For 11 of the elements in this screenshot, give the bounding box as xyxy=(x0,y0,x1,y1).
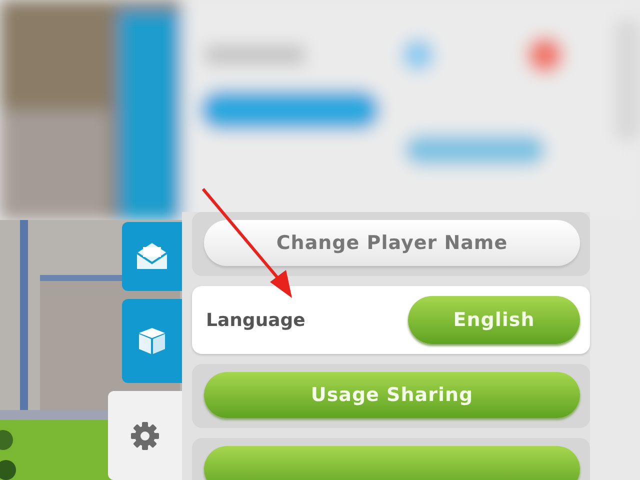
bush-drawing xyxy=(0,430,16,480)
settings-icon xyxy=(130,420,160,451)
box-icon xyxy=(137,326,167,356)
setting-button[interactable]: Usage Sharing xyxy=(204,372,580,418)
side-tab[interactable] xyxy=(122,298,182,384)
setting-button[interactable]: Change Player Name xyxy=(204,220,580,266)
language-button[interactable]: English xyxy=(408,296,580,344)
side-tab[interactable] xyxy=(122,222,182,291)
side-tab[interactable] xyxy=(108,391,182,480)
setting-label: Language xyxy=(206,310,306,330)
envelope-icon xyxy=(135,241,169,272)
